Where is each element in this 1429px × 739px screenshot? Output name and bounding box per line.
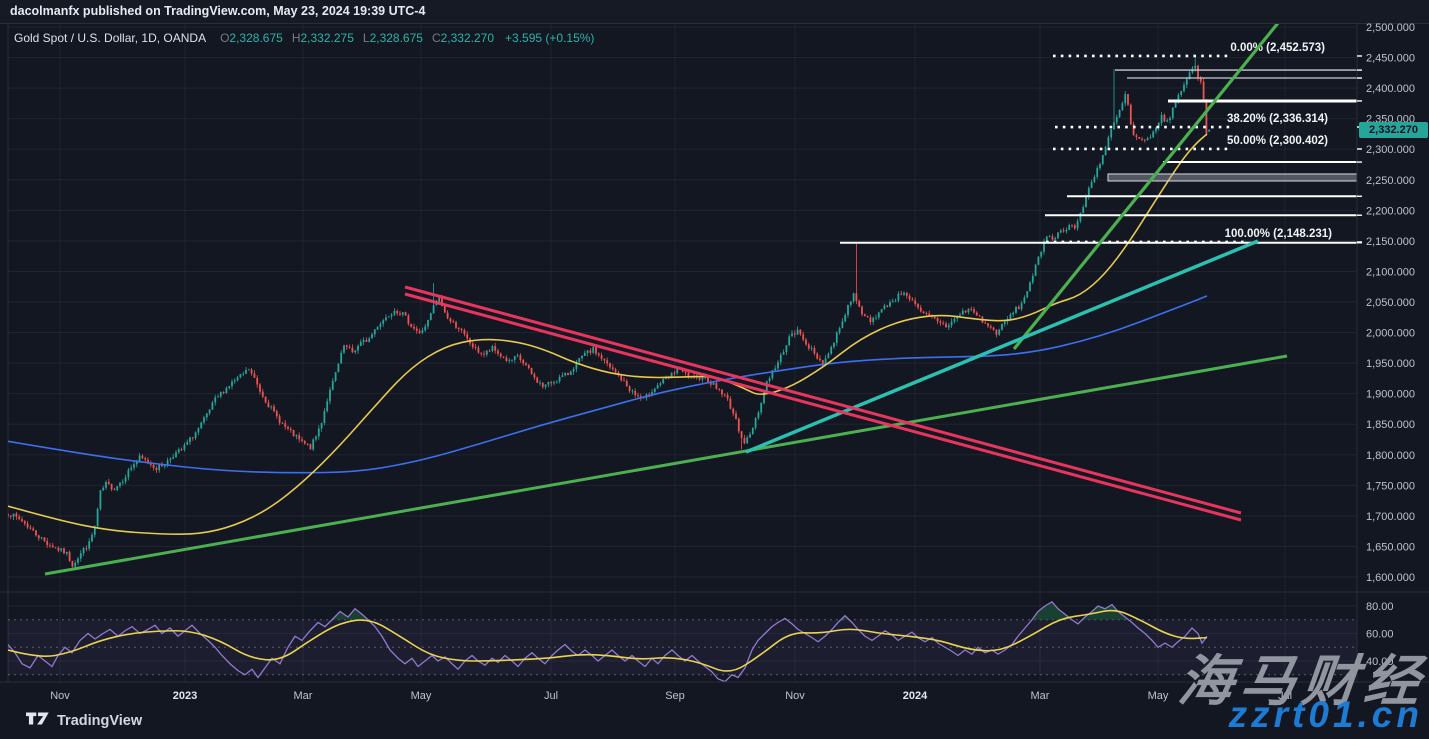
grid (8, 24, 1357, 682)
svg-text:2023: 2023 (173, 690, 197, 702)
svg-text:1,900.000: 1,900.000 (1366, 389, 1415, 401)
tradingview-logo-icon (26, 711, 50, 731)
svg-text:2,100.000: 2,100.000 (1366, 266, 1415, 278)
svg-text:Sep: Sep (665, 690, 685, 702)
tradingview-brand-text[interactable]: TradingView (57, 713, 142, 729)
svg-text:2,250.000: 2,250.000 (1366, 175, 1415, 187)
close-label: C (432, 31, 441, 45)
close-value: 2,332.270 (441, 31, 494, 45)
svg-text:2,450.000: 2,450.000 (1366, 53, 1415, 65)
change-value: +3.595 (+0.15%) (505, 31, 594, 45)
svg-text:2,400.000: 2,400.000 (1366, 83, 1415, 95)
svg-text:1,650.000: 1,650.000 (1366, 541, 1415, 553)
descending-resistance-lower (405, 294, 1241, 520)
rsi-pane (8, 602, 1357, 682)
svg-text:Mar: Mar (1031, 690, 1050, 702)
high-value: 2,332.275 (300, 31, 353, 45)
trendlines[interactable] (45, 23, 1287, 574)
svg-text:2024: 2024 (903, 690, 928, 702)
svg-text:1,950.000: 1,950.000 (1366, 358, 1415, 370)
svg-text:Nov: Nov (50, 690, 70, 702)
teal-support (746, 241, 1258, 452)
svg-text:2,150.000: 2,150.000 (1366, 236, 1415, 248)
svg-text:Nov: Nov (785, 690, 805, 702)
ohlc-open: O2,328.675 (220, 31, 283, 45)
candlestick-series (7, 56, 1210, 570)
symbol-title[interactable]: Gold Spot / U.S. Dollar, 1D, OANDA (14, 31, 206, 45)
svg-text:1,600.000: 1,600.000 (1366, 572, 1415, 584)
svg-text:38.20% (2,336.314): 38.20% (2,336.314) (1227, 113, 1328, 125)
tradingview-branding[interactable]: TradingView (26, 711, 142, 731)
low-value: 2,328.675 (370, 31, 423, 45)
svg-text:100.00% (2,148.231): 100.00% (2,148.231) (1225, 228, 1333, 240)
svg-text:0.00% (2,452.573): 0.00% (2,452.573) (1230, 42, 1325, 54)
ohlc-high: H2,332.275 (292, 31, 354, 45)
svg-text:Jul: Jul (544, 690, 558, 702)
chart-legend[interactable]: Gold Spot / U.S. Dollar, 1D, OANDA O2,32… (14, 31, 594, 45)
svg-text:2,200.000: 2,200.000 (1366, 205, 1415, 217)
tradingview-published-chart: 0.00% (2,452.573) 38.20% (2,336.314) 50.00… (0, 0, 1429, 739)
descending-resistance-upper (405, 287, 1241, 513)
svg-text:50.00% (2,300.402): 50.00% (2,300.402) (1227, 135, 1328, 147)
ohlc-low: L2,328.675 (363, 31, 423, 45)
chart-canvas[interactable]: 0.00% (2,452.573) 38.20% (2,336.314) 50.00… (0, 0, 1429, 739)
ohlc-close: C2,332.270 (432, 31, 494, 45)
steep-support (1014, 23, 1278, 349)
horizontal-levels (840, 70, 1357, 243)
time-scale[interactable]: Nov2023MarMayJulSepNov2024MarMayJul (50, 690, 1292, 702)
published-by-line: dacolmanfx published on TradingView.com,… (10, 4, 425, 18)
svg-text:Mar: Mar (294, 690, 313, 702)
svg-text:1,800.000: 1,800.000 (1366, 450, 1415, 462)
low-label: L (363, 31, 370, 45)
ma-slow-blue (8, 296, 1207, 473)
pane-frame (0, 24, 1429, 683)
svg-text:2,500.000: 2,500.000 (1366, 22, 1415, 34)
price-scale[interactable]: 2,500.0002,450.0002,400.0002,350.0002,30… (1357, 22, 1415, 668)
svg-text:1,850.000: 1,850.000 (1366, 419, 1415, 431)
svg-text:1,700.000: 1,700.000 (1366, 511, 1415, 523)
svg-text:2,300.000: 2,300.000 (1366, 144, 1415, 156)
header-bar: dacolmanfx published on TradingView.com,… (0, 0, 1429, 23)
fib-retracement: 0.00% (2,452.573) 38.20% (2,336.314) 50.00… (1046, 42, 1332, 242)
watermark-url: zzrt01.cn (1229, 694, 1423, 736)
svg-text:1,750.000: 1,750.000 (1366, 480, 1415, 492)
svg-text:2,050.000: 2,050.000 (1366, 297, 1415, 309)
last-price-badge: 2,332.270 (1359, 122, 1428, 138)
open-value: 2,328.675 (229, 31, 282, 45)
svg-text:2,000.000: 2,000.000 (1366, 328, 1415, 340)
svg-text:May: May (411, 690, 432, 702)
gray-zone-band (1108, 174, 1357, 181)
long-term-support (45, 356, 1287, 574)
svg-text:80.00: 80.00 (1366, 601, 1394, 613)
svg-text:May: May (1148, 690, 1169, 702)
